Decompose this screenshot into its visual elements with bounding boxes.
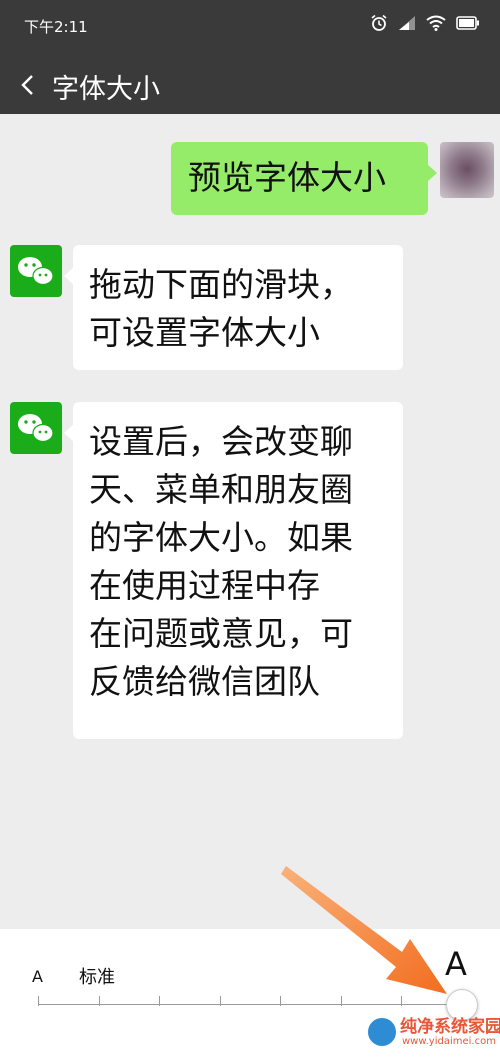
large-font-label: A xyxy=(445,945,467,983)
chat-bubble-wechat: 拖动下面的滑块， 可设置字体大小 xyxy=(64,245,403,370)
slider-tick[interactable] xyxy=(340,996,342,1006)
font-size-slider-track[interactable] xyxy=(38,1004,462,1005)
message-line: 在问题或意见，可 xyxy=(89,614,353,653)
wechat-logo-icon xyxy=(18,414,54,443)
slider-tick[interactable] xyxy=(159,996,161,1006)
wechat-logo-icon xyxy=(18,257,54,286)
slider-tick[interactable] xyxy=(219,996,221,1006)
slider-tick[interactable] xyxy=(98,996,100,1006)
user-avatar xyxy=(440,142,494,198)
watermark-name: 纯净系统家园 xyxy=(400,1017,500,1037)
status-icons xyxy=(370,14,480,32)
wifi-icon xyxy=(426,15,446,31)
message-line: 天、菜单和朋友圈 xyxy=(89,470,353,509)
message-line: 反馈给微信团队 xyxy=(89,662,320,701)
status-time: 下午2:11 xyxy=(24,18,88,36)
back-button[interactable] xyxy=(14,68,44,102)
watermark-url: www.yidaimei.com xyxy=(402,1036,496,1047)
signal-icon xyxy=(399,16,415,30)
message-line: 在使用过程中存 xyxy=(89,566,320,605)
slider-tick[interactable] xyxy=(38,996,39,1006)
status-bar: 下午2:11 xyxy=(0,0,500,56)
alarm-icon xyxy=(371,14,387,31)
title-bar: 字体大小 xyxy=(0,56,500,114)
slider-tick[interactable] xyxy=(401,996,403,1006)
message-line: 设置后，会改变聊 xyxy=(89,422,353,461)
watermark: 纯净系统家园 www.yidaimei.com xyxy=(362,1010,500,1056)
slider-tick[interactable] xyxy=(280,996,282,1006)
page-title: 字体大小 xyxy=(52,74,160,105)
chat-bubble-me: 预览字体大小 xyxy=(171,142,437,215)
chat-bubble-wechat: 设置后，会改变聊 天、菜单和朋友圈 的字体大小。如果 在使用过程中存 在问题或意… xyxy=(64,402,403,739)
wechat-avatar xyxy=(10,245,62,297)
message-line: 拖动下面的滑块， xyxy=(89,265,353,304)
battery-icon xyxy=(456,16,479,30)
message-line: 的字体大小。如果 xyxy=(89,518,353,557)
chevron-left-icon xyxy=(21,75,33,95)
message-line: 可设置字体大小 xyxy=(89,313,320,352)
small-font-label: A xyxy=(32,967,43,986)
message-text: 预览字体大小 xyxy=(188,158,386,197)
wechat-avatar xyxy=(10,402,62,454)
watermark-logo-icon xyxy=(366,1016,398,1048)
standard-label: 标准 xyxy=(79,967,115,988)
